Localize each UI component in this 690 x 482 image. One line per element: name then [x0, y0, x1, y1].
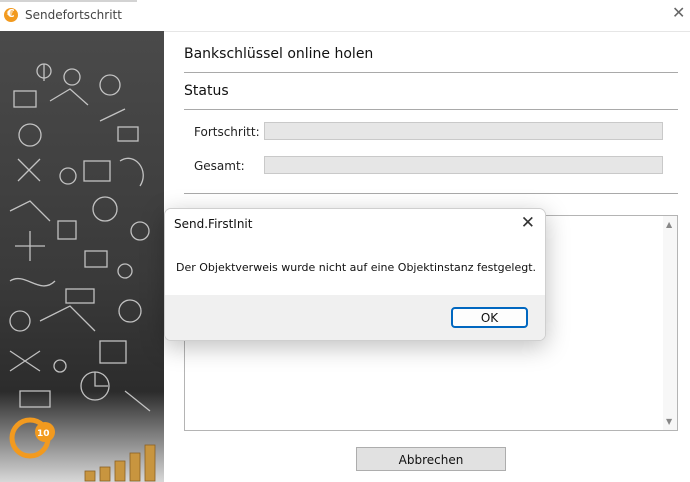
coin-stacks [84, 444, 156, 482]
window-title: Sendefortschritt [25, 8, 122, 22]
dialog-title: Send.FirstInit [174, 217, 253, 231]
title-bar-accent [0, 0, 137, 2]
progress-label: Fortschritt: [194, 125, 260, 139]
side-image-panel: 10 [0, 31, 164, 482]
dialog-message: Der Objektverweis wurde nicht auf eine O… [176, 261, 537, 274]
log-scrollbar[interactable]: ▲ ▼ [663, 216, 677, 430]
divider-3 [184, 193, 678, 194]
title-bar: € Sendefortschritt ✕ [0, 0, 690, 32]
total-label: Gesamt: [194, 159, 245, 173]
doodle-illustration: 10 [9, 63, 156, 482]
divider-2 [184, 109, 678, 110]
dialog-close-icon[interactable]: ✕ [521, 213, 535, 233]
status-heading: Status [184, 83, 229, 99]
error-dialog: Send.FirstInit ✕ Der Objektverweis wurde… [164, 208, 546, 341]
dialog-header: Send.FirstInit ✕ [165, 209, 545, 239]
page-heading: Bankschlüssel online holen [184, 46, 374, 62]
progress-bar [264, 122, 663, 140]
scroll-up-icon[interactable]: ▲ [666, 220, 672, 229]
close-icon[interactable]: ✕ [672, 5, 685, 21]
logo-text: 10 [37, 429, 50, 439]
divider-1 [184, 72, 678, 73]
scroll-down-icon[interactable]: ▼ [666, 417, 672, 426]
euro-coin-icon: € [4, 7, 18, 22]
cancel-button[interactable]: Abbrechen [356, 447, 506, 471]
ok-button[interactable]: OK [451, 307, 528, 328]
dialog-footer: OK [165, 295, 545, 340]
total-progress-bar [264, 156, 663, 174]
dialog-body: Der Objektverweis wurde nicht auf eine O… [165, 239, 545, 295]
